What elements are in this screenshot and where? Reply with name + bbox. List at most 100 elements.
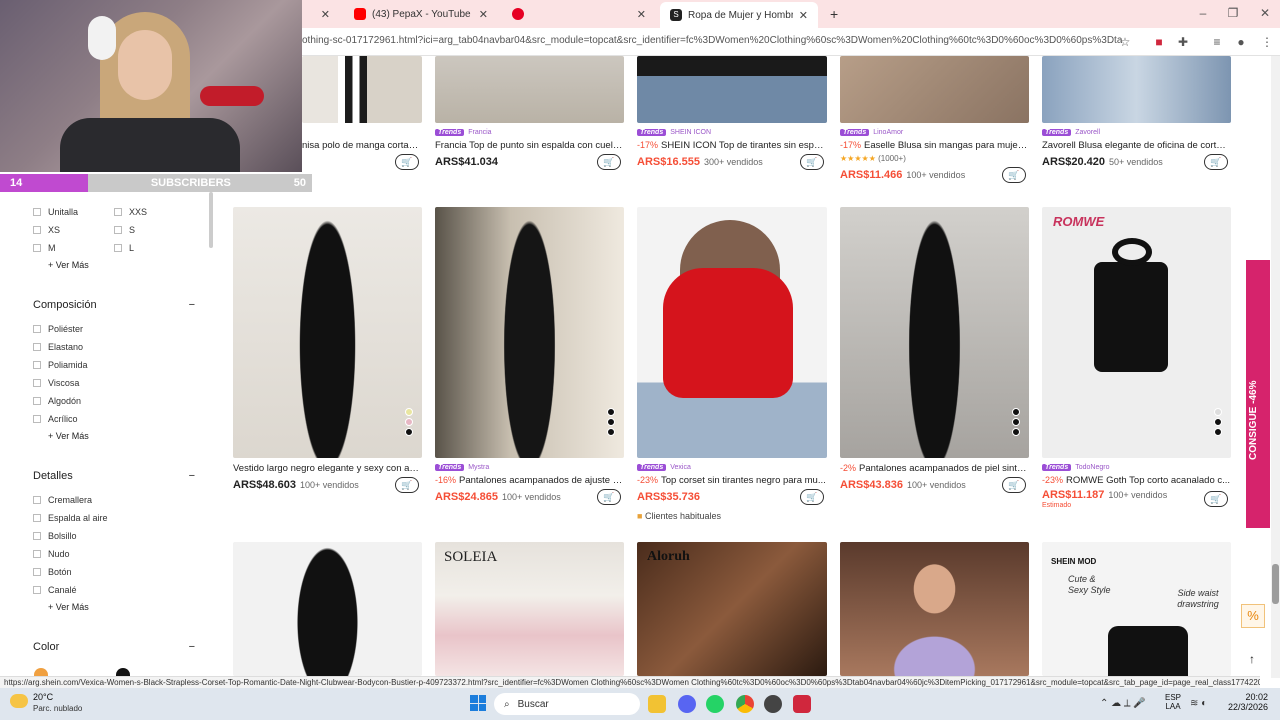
filter-acrilico[interactable]: Acrílico	[33, 414, 78, 424]
whatsapp-icon[interactable]	[706, 695, 724, 713]
product-title[interactable]: Zavorell Blusa elegante de oficina de co…	[1042, 140, 1231, 151]
profile-icon[interactable]: ●	[1234, 35, 1248, 49]
checkbox[interactable]	[33, 514, 41, 522]
sidebar-scrollbar[interactable]	[209, 192, 213, 248]
checkbox[interactable]	[33, 586, 41, 594]
filter-algodon[interactable]: Algodón	[33, 396, 81, 406]
tab-close-prev[interactable]: ✕	[310, 3, 340, 25]
network-volume-icons[interactable]: ≋ ◐	[1190, 698, 1207, 709]
product-title[interactable]: Francia Top de punto sin espalda con cue…	[435, 140, 624, 151]
checkbox[interactable]	[114, 244, 122, 252]
checkbox[interactable]	[114, 208, 122, 216]
checkbox[interactable]	[33, 343, 41, 351]
weather-icon[interactable]	[10, 694, 28, 708]
ver-mas-sizes[interactable]: + Ver Más	[48, 260, 89, 270]
streaming-app-icon[interactable]	[793, 695, 811, 713]
ver-mas-detalles[interactable]: + Ver Más	[48, 602, 89, 612]
add-to-cart-button[interactable]: 🛒	[1002, 477, 1026, 493]
filter-cremallera[interactable]: Cremallera	[33, 495, 92, 505]
product-title[interactable]: -16% Pantalones acampanados de ajuste c..…	[435, 475, 624, 486]
filter-viscosa[interactable]: Viscosa	[33, 378, 79, 388]
add-to-cart-button[interactable]: 🛒	[1204, 154, 1228, 170]
puzzle-icon[interactable]: ✚	[1176, 35, 1190, 49]
product-title[interactable]: -23% ROMWE Goth Top corto acanalado c...	[1042, 475, 1231, 486]
obs-icon[interactable]	[764, 695, 782, 713]
detalles-header[interactable]: Detalles −	[33, 470, 195, 482]
ver-mas-composicion[interactable]: + Ver Más	[48, 431, 89, 441]
filter-canale[interactable]: Canalé	[33, 585, 77, 595]
clock[interactable]: 20:02 22/3/2026	[1222, 692, 1268, 712]
filter-size-xs[interactable]: XS	[33, 225, 60, 235]
product-title[interactable]: nisa polo de manga corta c...	[302, 140, 420, 151]
windows-start-icon[interactable]	[470, 695, 486, 711]
checkbox[interactable]	[33, 379, 41, 387]
coupon-icon[interactable]: %	[1241, 604, 1265, 628]
filter-size-unitalla[interactable]: Unitalla	[33, 207, 78, 217]
weather-temp[interactable]: 20°C	[33, 692, 53, 702]
product-image[interactable]	[840, 542, 1029, 676]
product-image[interactable]	[233, 207, 422, 458]
checkbox[interactable]	[33, 397, 41, 405]
product-title[interactable]: -2% Pantalones acampanados de piel sintét…	[840, 463, 1029, 474]
product-image[interactable]	[1042, 56, 1231, 123]
checkbox[interactable]	[33, 496, 41, 504]
taskbar-search[interactable]: ⌕ Buscar	[494, 693, 640, 715]
product-image[interactable]	[840, 207, 1029, 458]
filter-size-m[interactable]: M	[33, 243, 56, 253]
product-image[interactable]	[435, 207, 624, 458]
window-close-icon[interactable]: ✕	[1258, 6, 1272, 20]
filter-elastano[interactable]: Elastano	[33, 342, 83, 352]
add-to-cart-button[interactable]: 🛒	[800, 489, 824, 505]
checkbox[interactable]	[33, 568, 41, 576]
add-to-cart-button[interactable]: 🛒	[395, 477, 419, 493]
collapse-icon[interactable]: −	[189, 299, 195, 311]
collapse-icon[interactable]: −	[189, 470, 195, 482]
product-image[interactable]	[435, 56, 624, 123]
weather-desc[interactable]: Parc. nublado	[33, 704, 82, 713]
url-input[interactable]: othing-sc-017172961.html?ici=arg_tab04na…	[302, 35, 1122, 46]
filter-size-xxs[interactable]: XXS	[114, 207, 147, 217]
scrollbar-thumb[interactable]	[1272, 564, 1279, 604]
checkbox[interactable]	[33, 532, 41, 540]
add-to-cart-button[interactable]: 🛒	[1002, 167, 1026, 183]
close-icon[interactable]: ✕	[479, 8, 488, 21]
checkbox[interactable]	[33, 325, 41, 333]
filter-poliester[interactable]: Poliéster	[33, 324, 83, 334]
tab-youtube[interactable]: (43) PepaX - YouTube ✕	[344, 3, 498, 25]
filter-espalda[interactable]: Espalda al aire	[33, 513, 108, 523]
menu-icon[interactable]: ⋮	[1260, 35, 1274, 49]
collapse-icon[interactable]: −	[189, 641, 195, 653]
add-to-cart-button[interactable]: 🛒	[1204, 491, 1228, 507]
filter-poliamida[interactable]: Poliamida	[33, 360, 88, 370]
color-options[interactable]	[404, 408, 414, 436]
checkbox[interactable]	[33, 208, 41, 216]
promo-sidebar-tab[interactable]: CONSIGUE -46%	[1246, 260, 1270, 528]
color-options[interactable]	[1213, 408, 1223, 436]
filter-nudo[interactable]: Nudo	[33, 549, 70, 559]
checkbox[interactable]	[33, 361, 41, 369]
tab-shein[interactable]: S Ropa de Mujer y Hombre, Com ✕	[660, 2, 818, 28]
product-title[interactable]: Vestido largo negro elegante y sexy con …	[233, 463, 422, 474]
minimize-icon[interactable]: –	[1196, 6, 1210, 20]
close-icon[interactable]: ✕	[799, 9, 808, 22]
new-tab-button[interactable]: +	[820, 3, 840, 25]
back-to-top-icon[interactable]: ↑	[1243, 652, 1261, 666]
color-options[interactable]	[1011, 408, 1021, 436]
checkbox[interactable]	[33, 226, 41, 234]
add-to-cart-button[interactable]: 🛒	[597, 154, 621, 170]
close-icon[interactable]: ✕	[637, 8, 646, 21]
add-to-cart-button[interactable]: 🛒	[597, 489, 621, 505]
product-image[interactable]	[233, 542, 422, 676]
filter-boton[interactable]: Botón	[33, 567, 72, 577]
media-icon[interactable]: ≡	[1210, 35, 1224, 49]
color-header[interactable]: Color −	[33, 641, 195, 653]
maximize-icon[interactable]: ❐	[1226, 6, 1240, 20]
checkbox[interactable]	[33, 415, 41, 423]
product-title[interactable]: -17% SHEIN ICON Top de tirantes sin espal…	[637, 140, 827, 151]
filter-size-s[interactable]: S	[114, 225, 135, 235]
product-title[interactable]: -23% Top corset sin tirantes negro para m…	[637, 475, 827, 486]
product-image[interactable]	[637, 56, 827, 123]
filter-size-l[interactable]: L	[114, 243, 134, 253]
lang-indicator[interactable]: ESP LAA	[1163, 693, 1183, 711]
checkbox[interactable]	[114, 226, 122, 234]
